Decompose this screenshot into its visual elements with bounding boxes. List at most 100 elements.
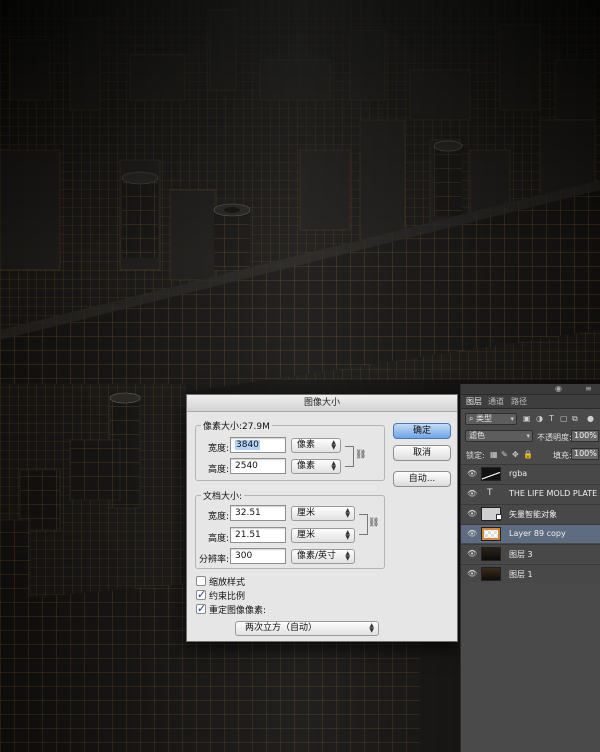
panel-menu-icon[interactable]: ≡	[585, 384, 592, 393]
auto-button[interactable]: 自动...	[393, 471, 451, 487]
doc-height-input[interactable]: 21.51	[230, 527, 286, 543]
resolution-input[interactable]: 300	[230, 548, 286, 564]
doc-height-value: 21.51	[235, 530, 261, 540]
chain-link-icon: ⛓	[368, 518, 380, 528]
eye-icon[interactable]: 👁	[467, 549, 477, 558]
layer-thumbnail	[481, 467, 501, 481]
pixel-width-input[interactable]: 3840	[230, 437, 286, 453]
chain-link-icon: ⛓	[355, 450, 367, 460]
smart-object-filter-icon[interactable]: ⧉	[572, 414, 578, 424]
pixel-dimensions-label: 像素大小:27.9M	[201, 419, 272, 432]
layer-name: 图层 1	[509, 570, 533, 579]
resolution-unit-select[interactable]: 像素/英寸 ▲ ▼	[291, 549, 355, 564]
fill-input[interactable]: 100%	[571, 448, 599, 460]
resolution-value: 300	[235, 551, 253, 561]
scale-styles-label: 缩放样式	[209, 578, 246, 588]
chevron-down-icon: ▾	[526, 432, 530, 440]
pixel-width-unit: 像素	[297, 440, 316, 450]
pixel-width-value: 3840	[235, 440, 260, 450]
layer-name: 图层 3	[509, 550, 533, 559]
doc-width-input[interactable]: 32.51	[230, 505, 286, 521]
ok-button[interactable]: 确定	[393, 423, 451, 439]
pixel-height-label: 高度:	[208, 465, 230, 475]
layer-row-layer-3[interactable]: 👁 图层 3	[461, 544, 600, 563]
panel-header-bar: ◉ ≡	[461, 384, 600, 395]
shape-filter-icon[interactable]: ▢	[560, 414, 568, 423]
updown-arrows-icon: ▲ ▼	[345, 550, 350, 562]
eye-icon[interactable]: 👁	[467, 489, 477, 498]
panel-tabs: 图层 通道 路径	[461, 395, 600, 409]
eye-icon[interactable]: 👁	[467, 509, 477, 518]
pixel-width-label: 宽度:	[208, 444, 230, 454]
fill-label: 填充:	[553, 451, 572, 460]
layer-row-text[interactable]: 👁 T THE LIFE MOLD PLATE ...	[461, 484, 600, 503]
filter-toggle-icon[interactable]: ●	[587, 414, 594, 423]
updown-arrows-icon: ▲ ▼	[331, 460, 336, 472]
doc-width-unit-select[interactable]: 厘米 ▲ ▼	[291, 506, 355, 521]
updown-arrows-icon: ▲ ▼	[345, 529, 350, 541]
scale-styles-checkbox[interactable]	[196, 576, 206, 586]
tab-layers[interactable]: 图层	[466, 396, 482, 407]
text-layer-icon: T	[487, 488, 493, 498]
kind-filter-select[interactable]: ⌕ 类型 ▾	[465, 413, 517, 425]
resample-method-value: 两次立方（自动）	[245, 623, 318, 633]
filter-row: ⌕ 类型 ▾ ▣ ◑ T ▢ ⧉ ●	[461, 410, 600, 428]
opacity-label: 不透明度:	[537, 433, 572, 442]
layer-name: THE LIFE MOLD PLATE ...	[509, 489, 600, 498]
layer-row-layer-89-copy[interactable]: 👁 Layer 89 copy	[461, 524, 600, 543]
kind-filter-value: 类型	[476, 414, 493, 423]
pixel-filter-icon[interactable]: ▣	[523, 414, 531, 423]
dialog-title: 图像大小	[187, 395, 457, 412]
lock-row: 锁定: ▦ ✎ ✥ 🔒 填充: 100%	[461, 446, 600, 464]
panel-collapse-icon[interactable]: ◉	[555, 384, 562, 393]
document-size-label: 文档大小:	[201, 489, 245, 502]
lock-all-icon[interactable]: 🔒	[523, 450, 533, 459]
image-size-dialog: 图像大小 像素大小:27.9M 宽度: 3840 像素 ▲ ▼ 高度: 2540 …	[186, 394, 458, 642]
layer-row-layer-1[interactable]: 👁 图层 1	[461, 564, 600, 583]
opacity-input[interactable]: 100%	[571, 430, 599, 442]
doc-height-unit: 厘米	[297, 530, 316, 540]
layer-thumbnail	[481, 567, 501, 581]
updown-arrows-icon: ▲ ▼	[345, 507, 350, 519]
adjustment-filter-icon[interactable]: ◑	[536, 414, 543, 423]
pixel-link-bracket	[345, 446, 354, 467]
eye-icon[interactable]: 👁	[467, 529, 477, 538]
doc-link-bracket	[359, 514, 368, 535]
resample-checkbox[interactable]	[196, 602, 206, 615]
blend-mode-select[interactable]: 滤色 ▾	[465, 430, 533, 442]
layer-thumbnail	[481, 547, 501, 561]
smart-object-badge-icon	[496, 514, 502, 520]
layer-row-rgba[interactable]: 👁 rgba	[461, 464, 600, 483]
lock-position-icon[interactable]: ✥	[512, 450, 519, 459]
chevron-down-icon: ▾	[510, 415, 514, 423]
blend-mode-value: 滤色	[469, 431, 485, 440]
pixel-height-unit: 像素	[297, 461, 316, 471]
pixel-height-unit-select[interactable]: 像素 ▲ ▼	[291, 459, 341, 474]
layer-name: 矢量智能对象	[509, 510, 557, 519]
pixel-width-unit-select[interactable]: 像素 ▲ ▼	[291, 438, 341, 453]
tab-channels[interactable]: 通道	[488, 396, 504, 407]
eye-icon[interactable]: 👁	[467, 569, 477, 578]
resample-method-select[interactable]: 两次立方（自动） ▲ ▼	[235, 621, 379, 636]
layer-thumbnail	[481, 527, 501, 541]
layer-name: rgba	[509, 469, 528, 478]
doc-width-unit: 厘米	[297, 508, 316, 518]
updown-arrows-icon: ▲ ▼	[369, 622, 374, 634]
search-icon: ⌕	[469, 414, 477, 423]
constrain-proportions-checkbox[interactable]	[196, 588, 206, 601]
doc-height-unit-select[interactable]: 厘米 ▲ ▼	[291, 528, 355, 543]
resolution-unit: 像素/英寸	[297, 551, 337, 561]
cancel-button[interactable]: 取消	[393, 445, 451, 461]
eye-icon[interactable]: 👁	[467, 469, 477, 478]
lock-label: 锁定:	[466, 451, 485, 460]
resolution-label: 分辨率:	[199, 555, 230, 565]
pixel-height-input[interactable]: 2540	[230, 458, 286, 474]
layer-row-smart-object[interactable]: 👁 矢量智能对象	[461, 504, 600, 523]
type-filter-icon[interactable]: T	[549, 414, 554, 423]
doc-width-value: 32.51	[235, 508, 261, 518]
layers-panel: ◉ ≡ 图层 通道 路径 ⌕ 类型 ▾ ▣ ◑ T ▢ ⧉ ● 滤色 ▾ 不透明…	[460, 384, 600, 752]
tab-paths[interactable]: 路径	[511, 396, 527, 407]
lock-transparency-icon[interactable]: ▦	[490, 450, 498, 459]
lock-pixels-icon[interactable]: ✎	[501, 450, 508, 459]
pixel-height-value: 2540	[235, 461, 258, 471]
